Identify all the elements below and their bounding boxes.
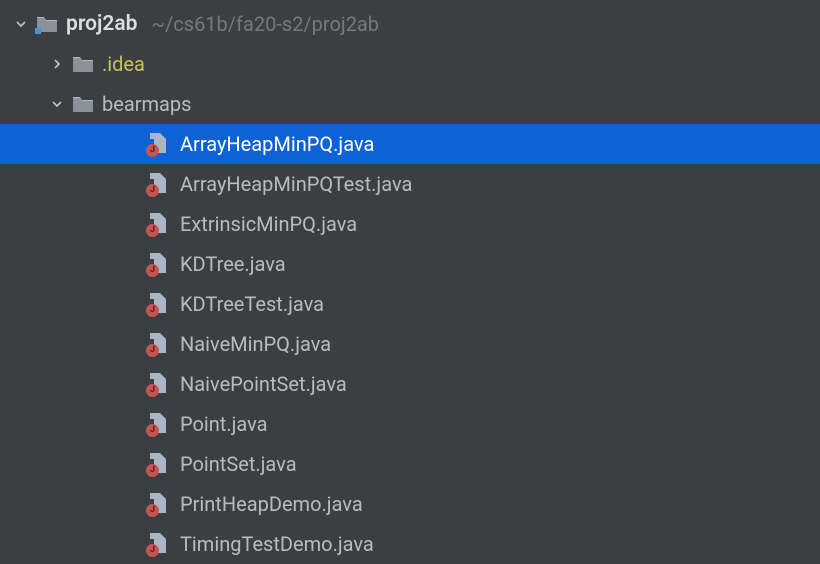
file-label: TimingTestDemo.java	[180, 532, 374, 556]
tree-file-row[interactable]: TimingTestDemo.java	[0, 524, 820, 564]
tree-file-row[interactable]: ExtrinsicMinPQ.java	[0, 204, 820, 244]
tree-file-row[interactable]: KDTree.java	[0, 244, 820, 284]
java-file-icon	[148, 133, 168, 155]
root-path: ~/cs61b/fa20-s2/proj2ab	[151, 12, 379, 36]
tree-root-row[interactable]: proj2ab ~/cs61b/fa20-s2/proj2ab	[0, 4, 820, 44]
module-folder-icon	[36, 15, 58, 33]
root-name: proj2ab	[66, 12, 137, 36]
java-file-icon	[148, 373, 168, 395]
file-label: ArrayHeapMinPQTest.java	[180, 172, 412, 196]
java-file-icon	[148, 293, 168, 315]
file-label: NaiveMinPQ.java	[180, 332, 331, 356]
tree-folder-bearmaps[interactable]: bearmaps	[0, 84, 820, 124]
file-label: Point.java	[180, 412, 268, 436]
java-file-icon	[148, 213, 168, 235]
chevron-down-icon[interactable]	[12, 18, 30, 30]
java-file-icon	[148, 413, 168, 435]
file-label: PointSet.java	[180, 452, 297, 476]
file-label: NaivePointSet.java	[180, 372, 347, 396]
file-label: ArrayHeapMinPQ.java	[180, 132, 374, 156]
tree-file-row[interactable]: ArrayHeapMinPQTest.java	[0, 164, 820, 204]
folder-label: bearmaps	[102, 92, 191, 116]
tree-file-row[interactable]: NaivePointSet.java	[0, 364, 820, 404]
java-file-icon	[148, 173, 168, 195]
tree-file-row[interactable]: Point.java	[0, 404, 820, 444]
java-file-icon	[148, 333, 168, 355]
file-label: PrintHeapDemo.java	[180, 492, 363, 516]
file-label: ExtrinsicMinPQ.java	[180, 212, 357, 236]
java-file-icon	[148, 453, 168, 475]
tree-file-row[interactable]: ArrayHeapMinPQ.java	[0, 124, 820, 164]
folder-label: .idea	[102, 52, 145, 76]
file-label: KDTree.java	[180, 252, 286, 276]
java-file-icon	[148, 533, 168, 555]
java-file-icon	[148, 493, 168, 515]
chevron-right-icon[interactable]	[48, 58, 66, 70]
tree-file-row[interactable]: KDTreeTest.java	[0, 284, 820, 324]
tree-file-row[interactable]: PrintHeapDemo.java	[0, 484, 820, 524]
folder-icon	[72, 95, 94, 113]
chevron-down-icon[interactable]	[48, 98, 66, 110]
file-label: KDTreeTest.java	[180, 292, 324, 316]
java-file-icon	[148, 253, 168, 275]
tree-file-row[interactable]: PointSet.java	[0, 444, 820, 484]
tree-folder-idea[interactable]: .idea	[0, 44, 820, 84]
project-tree: proj2ab ~/cs61b/fa20-s2/proj2ab .idea be…	[0, 0, 820, 564]
folder-icon	[72, 55, 94, 73]
tree-file-row[interactable]: NaiveMinPQ.java	[0, 324, 820, 364]
